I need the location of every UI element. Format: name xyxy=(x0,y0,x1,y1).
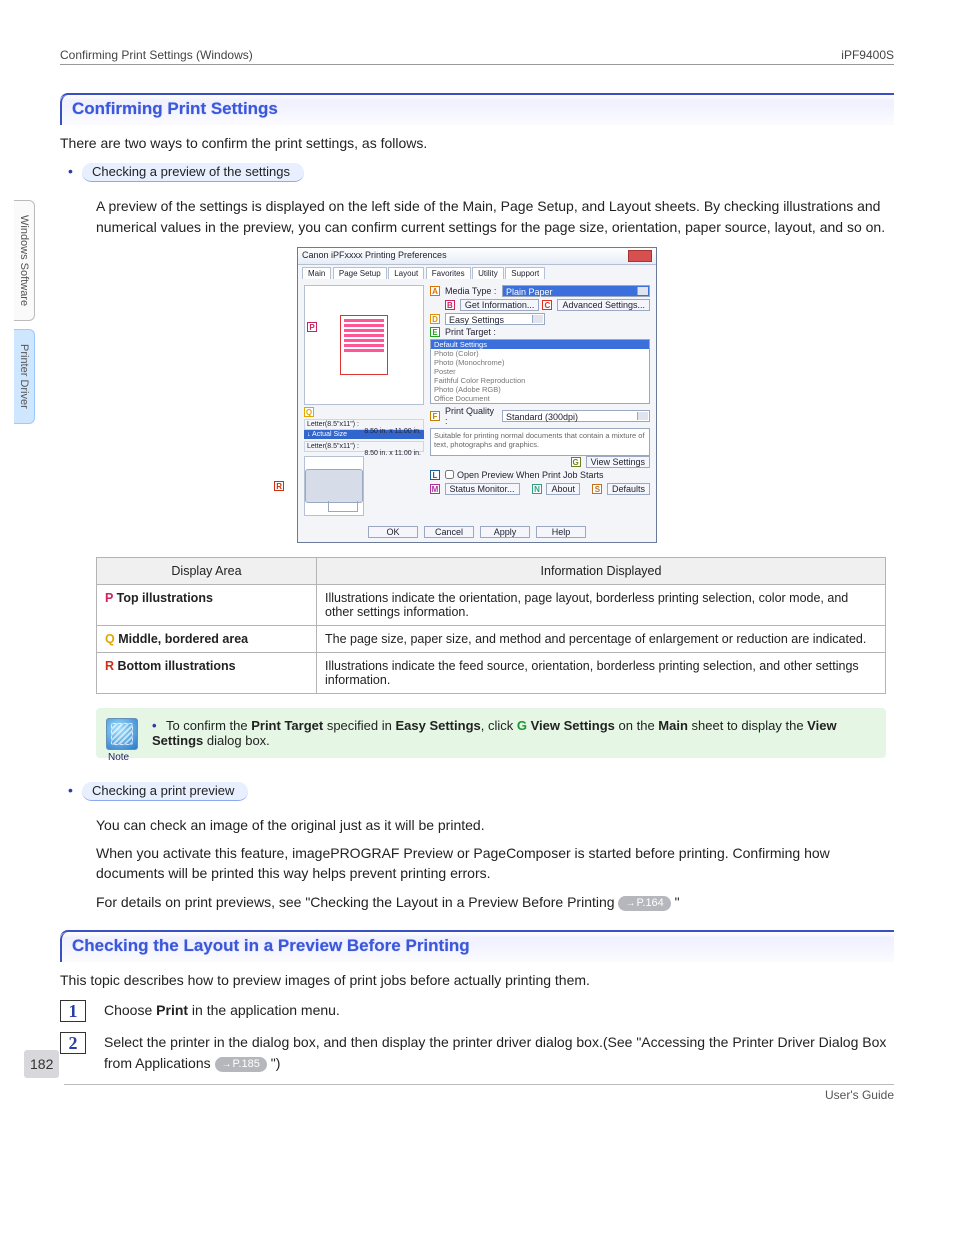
step-number: 2 xyxy=(60,1032,86,1054)
marker-a-icon: A xyxy=(430,286,440,296)
advanced-settings-button[interactable]: Advanced Settings... xyxy=(557,299,650,311)
step-2: 2 Select the printer in the dialog box, … xyxy=(60,1032,894,1074)
marker-c-icon: C xyxy=(542,300,552,310)
section-checking-layout-preview: Checking the Layout in a Preview Before … xyxy=(60,930,894,962)
xref-p164[interactable]: P.164 xyxy=(618,896,670,911)
step-number: 1 xyxy=(60,1000,86,1022)
status-monitor-button[interactable]: Status Monitor... xyxy=(445,483,520,495)
section-title: Confirming Print Settings xyxy=(72,99,278,118)
tab-layout[interactable]: Layout xyxy=(388,267,424,279)
list-item[interactable]: Photo (Adobe RGB) xyxy=(431,385,649,394)
open-preview-checkbox[interactable] xyxy=(445,470,454,479)
easy-settings-select[interactable]: Easy Settings xyxy=(445,313,545,325)
model-name: iPF9400S xyxy=(841,48,894,62)
tab-favorites[interactable]: Favorites xyxy=(426,267,471,279)
print-target-label: Print Target : xyxy=(445,327,499,337)
list-item[interactable]: Office Document xyxy=(431,394,649,403)
marker-e-icon: E xyxy=(430,327,440,337)
letter-size-1: Letter(8.5"x11") : 8.50 in. x 11.00 in. xyxy=(304,419,424,430)
open-preview-label: Open Preview When Print Job Starts xyxy=(457,470,604,480)
footer-text: User's Guide xyxy=(64,1084,894,1102)
xref-p185[interactable]: P.185 xyxy=(215,1057,267,1072)
marker-b-icon: B xyxy=(445,300,455,310)
media-type-select[interactable]: Plain Paper xyxy=(502,285,650,297)
view-settings-button[interactable]: View Settings xyxy=(586,456,650,468)
list-item[interactable]: Poster xyxy=(431,367,649,376)
marker-l-icon: L xyxy=(430,470,440,480)
intro-text: There are two ways to confirm the print … xyxy=(60,133,894,153)
table-row: Q Middle, bordered area The page size, p… xyxy=(97,625,886,652)
marker-q-icon: Q xyxy=(304,407,314,417)
section-confirming-print-settings: Confirming Print Settings xyxy=(60,93,894,125)
section-title: Checking the Layout in a Preview Before … xyxy=(72,936,470,955)
marker-m-icon: M xyxy=(430,484,440,494)
tab-main[interactable]: Main xyxy=(302,267,331,279)
display-area-table: Display Area Information Displayed P Top… xyxy=(96,557,886,694)
marker-s-icon: S xyxy=(592,484,602,494)
note-callout: Note • To confirm the Print Target speci… xyxy=(96,708,886,758)
defaults-button[interactable]: Defaults xyxy=(607,483,650,495)
media-type-label: Media Type : xyxy=(445,286,499,296)
bullet-checking-preview-settings: Checking a preview of the settings xyxy=(82,163,304,182)
marker-g-icon: G xyxy=(571,457,581,467)
ok-button[interactable]: OK xyxy=(368,526,418,538)
print-quality-select[interactable]: Standard (300dpi) xyxy=(502,410,650,422)
table-row: P Top illustrations Illustrations indica… xyxy=(97,584,886,625)
bullet1-desc: A preview of the settings is displayed o… xyxy=(60,196,894,237)
marker-f-icon: F xyxy=(430,411,440,421)
step-1: 1 Choose Print in the application menu. xyxy=(60,1000,894,1022)
marker-p-icon: P xyxy=(307,322,317,332)
list-item[interactable]: Faithful Color Reproduction xyxy=(431,376,649,385)
tab-page-setup[interactable]: Page Setup xyxy=(333,267,387,279)
printing-preferences-dialog: Canon iPFxxxx Printing Preferences Main … xyxy=(297,247,657,543)
close-icon[interactable] xyxy=(628,250,652,262)
dialog-tabs: Main Page Setup Layout Favorites Utility… xyxy=(298,265,656,279)
list-item[interactable]: Photo (Monochrome) xyxy=(431,358,649,367)
help-button[interactable]: Help xyxy=(536,526,586,538)
preview-line2: When you activate this feature, imagePRO… xyxy=(96,843,894,884)
page-number: 182 xyxy=(24,1050,59,1078)
print-quality-label: Print Quality : xyxy=(445,406,499,426)
marker-n-icon: N xyxy=(532,484,542,494)
print-target-list[interactable]: Default Settings Photo (Color) Photo (Mo… xyxy=(430,339,650,404)
list-item[interactable]: Photo (Color) xyxy=(431,349,649,358)
quality-description: Suitable for printing normal documents t… xyxy=(430,428,650,456)
tab-support[interactable]: Support xyxy=(505,267,545,279)
list-item[interactable]: Default Settings xyxy=(431,340,649,349)
preview-area: P xyxy=(304,285,424,405)
marker-r-icon: R xyxy=(274,481,284,491)
note-label: Note xyxy=(108,752,129,763)
col-display-area: Display Area xyxy=(97,557,317,584)
cancel-button[interactable]: Cancel xyxy=(424,526,474,538)
get-information-button[interactable]: Get Information... xyxy=(460,299,540,311)
breadcrumb: Confirming Print Settings (Windows) xyxy=(60,48,253,62)
dialog-title: Canon iPFxxxx Printing Preferences xyxy=(302,250,447,262)
page-thumbnail xyxy=(340,315,388,375)
apply-button[interactable]: Apply xyxy=(480,526,530,538)
note-icon xyxy=(106,718,138,750)
printer-illustration: R xyxy=(304,456,364,516)
letter-size-2: Letter(8.5"x11") : 8.50 in. x 11.00 in. xyxy=(304,441,424,452)
table-row: R Bottom illustrations Illustrations ind… xyxy=(97,652,886,693)
col-information: Information Displayed xyxy=(317,557,886,584)
page-header: Confirming Print Settings (Windows) iPF9… xyxy=(60,48,894,65)
bullet-checking-print-preview: Checking a print preview xyxy=(82,782,248,801)
about-button[interactable]: About xyxy=(546,483,580,495)
section2-intro: This topic describes how to preview imag… xyxy=(60,970,894,990)
printer-icon xyxy=(305,469,363,503)
tab-utility[interactable]: Utility xyxy=(472,267,504,279)
preview-line1: You can check an image of the original j… xyxy=(96,815,894,835)
preview-line3: For details on print previews, see "Chec… xyxy=(96,892,894,912)
marker-d-icon: D xyxy=(430,314,440,324)
